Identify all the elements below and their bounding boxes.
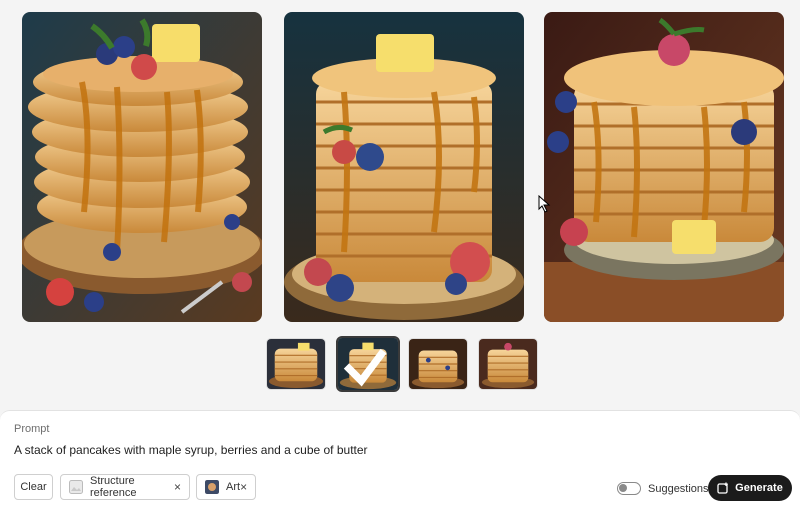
art-style-label: Art <box>226 481 241 493</box>
art-style-chip[interactable]: Art × <box>196 474 256 500</box>
generate-button[interactable]: Generate <box>708 475 792 501</box>
checkmark-icon <box>343 348 387 387</box>
clear-button[interactable]: Clear <box>14 474 53 500</box>
pancake-image-3 <box>544 12 784 322</box>
suggestions-toggle[interactable] <box>617 482 641 495</box>
remove-art-style-icon[interactable]: × <box>240 480 247 494</box>
thumbnail-image <box>409 339 467 389</box>
thumbnail-image <box>267 339 325 389</box>
structure-reference-chip[interactable]: Structure reference × <box>60 474 190 500</box>
generate-label: Generate <box>735 482 783 494</box>
toggle-knob <box>619 484 627 492</box>
generated-image-1[interactable] <box>22 12 262 322</box>
image-gallery <box>22 12 784 322</box>
prompt-input[interactable]: A stack of pancakes with maple syrup, be… <box>14 443 368 457</box>
thumbnail-1[interactable] <box>266 338 326 390</box>
mouse-cursor-icon <box>538 195 551 213</box>
generate-icon <box>717 482 728 494</box>
prompt-panel: Prompt A stack of pancakes with maple sy… <box>0 410 800 513</box>
structure-reference-label: Structure reference <box>90 475 137 499</box>
prompt-label: Prompt <box>14 423 50 435</box>
thumbnail-image <box>479 339 537 389</box>
structure-reference-icon <box>69 480 83 494</box>
thumbnail-3[interactable] <box>408 338 468 390</box>
thumbnail-4[interactable] <box>478 338 538 390</box>
generated-image-3[interactable] <box>544 12 784 322</box>
remove-structure-reference-icon[interactable]: × <box>174 480 181 494</box>
pancake-image-1 <box>22 12 262 322</box>
art-style-icon <box>205 480 219 494</box>
pancake-image-2 <box>284 12 524 322</box>
generated-image-2[interactable] <box>284 12 524 322</box>
thumbnail-2-selected[interactable] <box>336 336 400 392</box>
suggestions-label: Suggestions <box>648 483 709 495</box>
